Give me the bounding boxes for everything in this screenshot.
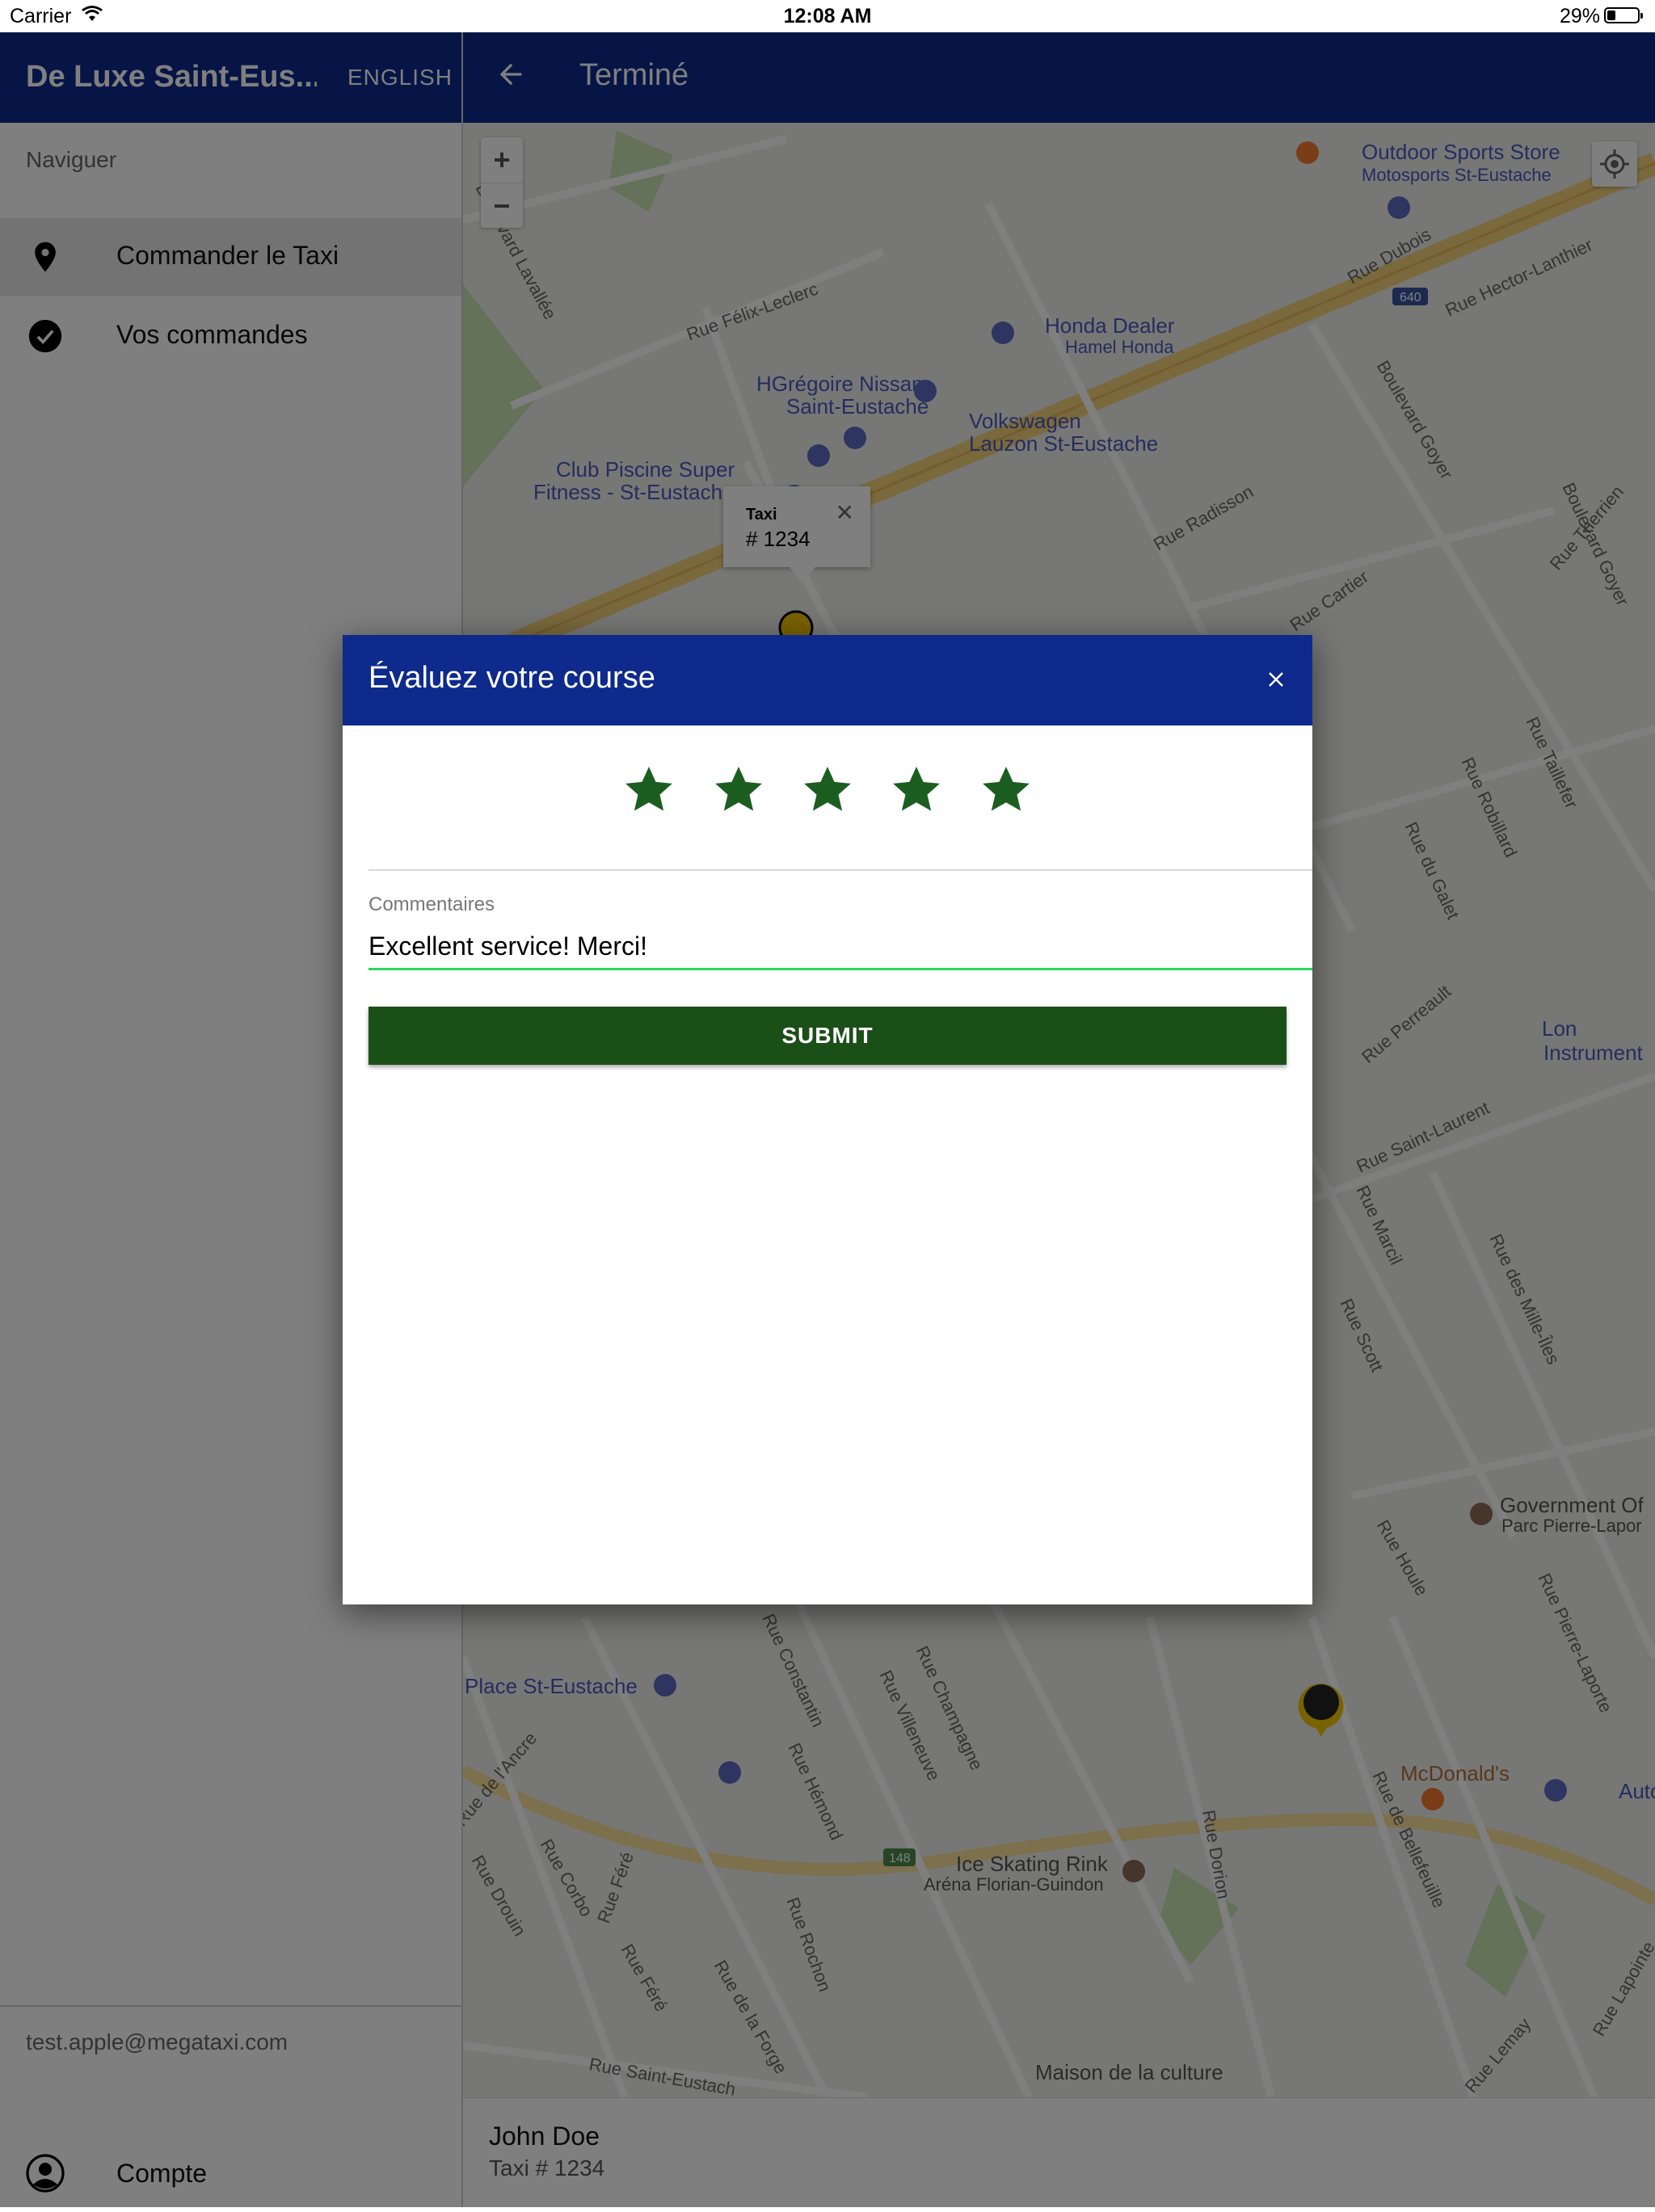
star-5-icon[interactable] [979, 763, 1033, 816]
rating-modal: Évaluez votre course Commentaires SUBMIT [343, 635, 1312, 1604]
star-rating [343, 763, 1312, 820]
comments-input[interactable] [368, 924, 1312, 970]
close-icon[interactable] [1264, 667, 1288, 692]
modal-header: Évaluez votre course [343, 635, 1312, 725]
clock: 12:08 AM [783, 5, 872, 27]
star-4-icon[interactable] [890, 763, 943, 816]
star-3-icon[interactable] [801, 763, 854, 816]
battery-percent: 29% [1560, 5, 1601, 27]
star-1-icon[interactable] [622, 763, 676, 816]
battery-icon [1604, 7, 1643, 23]
submit-button[interactable]: SUBMIT [368, 1007, 1287, 1065]
comments-label: Commentaires [368, 894, 495, 915]
modal-divider [368, 869, 1312, 871]
star-2-icon[interactable] [712, 763, 765, 816]
modal-title: Évaluez votre course [368, 661, 655, 695]
status-bar: Carrier 12:08 AM 29% [0, 0, 1655, 32]
